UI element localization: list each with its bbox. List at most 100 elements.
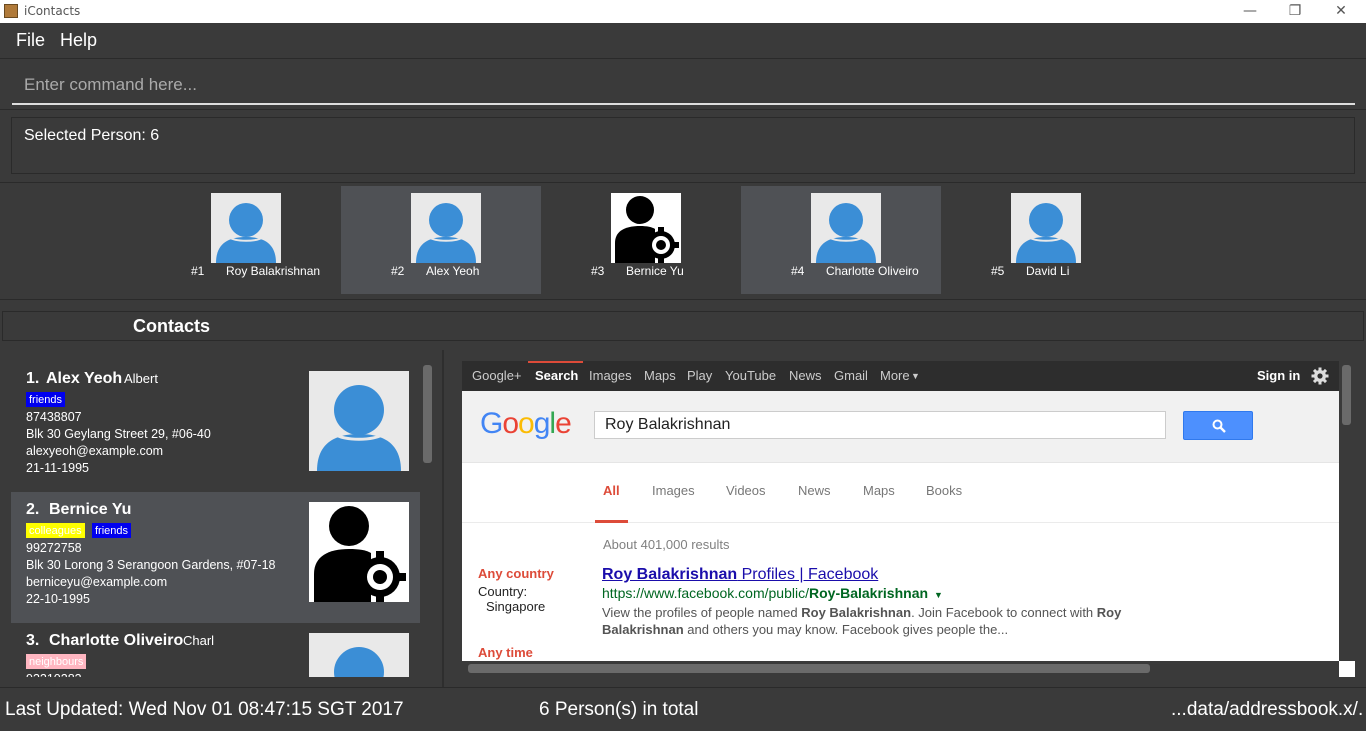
restore-icon[interactable]: ❐ — [1272, 0, 1318, 23]
person-email: berniceyu@example.com — [26, 575, 168, 589]
favourite-name: Roy Balakrishnan — [226, 264, 321, 278]
nav-images[interactable]: Images — [589, 368, 632, 383]
favourite-card[interactable]: #1 Roy Balakrishnan — [141, 186, 341, 294]
command-box — [0, 60, 1366, 110]
person-address: Blk 30 Lorong 3 Serangoon Gardens, #07-1… — [26, 558, 276, 572]
person-card[interactable]: 1. Alex Yeoh Albert friends 87438807 Blk… — [11, 361, 420, 492]
favourite-card[interactable]: #5 David Li — [941, 186, 1141, 294]
nav-more[interactable]: More — [880, 368, 910, 383]
nav-news[interactable]: News — [789, 368, 822, 383]
tag-badge: colleagues — [26, 523, 85, 538]
scroll-corner — [1339, 661, 1355, 677]
minimize-icon[interactable]: — — [1227, 0, 1273, 23]
result-url-bold: Roy-Balakrishnan — [809, 585, 929, 601]
person-name: Alex Yeoh — [46, 370, 123, 387]
favourite-card[interactable]: #3 Bernice Yu — [541, 186, 741, 294]
active-tab-indicator — [528, 361, 583, 363]
menu-help[interactable]: Help — [60, 30, 97, 51]
browser-vscrollbar[interactable] — [1342, 365, 1351, 425]
contacts-title: Contacts — [133, 316, 211, 336]
nav-play[interactable]: Play — [687, 368, 712, 383]
person-list: 1. Alex Yeoh Albert friends 87438807 Blk… — [11, 361, 420, 677]
list-scrollbar[interactable] — [423, 365, 432, 463]
result-title-bold: Roy Balakrishnan — [602, 566, 738, 583]
menu-file[interactable]: File — [16, 30, 45, 51]
result-title-rest: Profiles | Facebook — [737, 566, 879, 583]
contacts-header: Contacts — [2, 311, 1364, 341]
person-card[interactable]: 2. Bernice Yu colleagues friends 9927275… — [11, 492, 420, 623]
avatar-icon — [309, 633, 409, 677]
user-gear-icon — [309, 502, 409, 602]
person-count: 6 Person(s) in total — [539, 699, 699, 720]
nav-gmail[interactable]: Gmail — [834, 368, 868, 383]
caret-down-icon[interactable]: ▼ — [934, 590, 943, 600]
favourite-index: #5 — [991, 264, 1005, 278]
status-bar: Last Updated: Wed Nov 01 08:47:15 SGT 20… — [0, 687, 1366, 731]
result-title-link[interactable]: Roy Balakrishnan Profiles | Facebook — [602, 566, 878, 584]
snippet-text: . Join Facebook to connect with — [911, 605, 1097, 620]
google-search-input[interactable]: Roy Balakrishnan — [594, 411, 1166, 439]
person-number: 3. — [26, 632, 40, 649]
user-gear-icon — [611, 193, 681, 263]
avatar-icon — [309, 371, 409, 471]
favourite-index: #2 — [391, 264, 405, 278]
person-birthday: 22-10-1995 — [26, 592, 90, 606]
favourite-index: #3 — [591, 264, 605, 278]
person-alias: Charl — [183, 633, 215, 648]
google-result-tabs: All Images Videos News Maps Books — [462, 463, 1339, 523]
active-tab-indicator — [595, 520, 628, 523]
browser-hscrollbar[interactable] — [468, 664, 1150, 673]
nav-googleplus[interactable]: Google+ — [472, 368, 522, 383]
avatar-icon — [211, 193, 281, 263]
tab-books[interactable]: Books — [926, 483, 962, 498]
person-name: Bernice Yu — [49, 501, 132, 518]
country-value[interactable]: Singapore — [486, 599, 545, 614]
person-phone: 93210283 — [26, 672, 82, 677]
avatar-icon — [411, 193, 481, 263]
google-top-bar: Google+ Search Images Maps Play YouTube … — [462, 361, 1339, 391]
google-search-button[interactable] — [1183, 411, 1253, 440]
snippet-bold: Roy Balakrishnan — [801, 605, 912, 620]
favourite-card[interactable]: #2 Alex Yeoh — [341, 186, 541, 294]
favourite-card[interactable]: #4 Charlotte Oliveiro — [741, 186, 941, 294]
window-title: iContacts — [24, 4, 81, 18]
tab-videos[interactable]: Videos — [726, 483, 766, 498]
split-divider[interactable] — [442, 350, 444, 687]
tab-news[interactable]: News — [798, 483, 831, 498]
result-url: https://www.facebook.com/public/Roy-Bala… — [602, 585, 943, 601]
tab-all[interactable]: All — [603, 483, 620, 498]
person-phone: 99272758 — [26, 541, 82, 555]
menu-bar: File Help — [0, 23, 1366, 59]
command-input[interactable] — [12, 67, 1355, 105]
avatar-icon — [811, 193, 881, 263]
close-icon[interactable]: ✕ — [1318, 0, 1364, 23]
nav-search[interactable]: Search — [535, 368, 578, 383]
person-email: alexyeoh@example.com — [26, 444, 164, 458]
snippet-text: View the profiles of people named — [602, 605, 802, 620]
result-text: Selected Person: 6 — [24, 127, 160, 144]
result-snippet: View the profiles of people named Roy Ba… — [602, 604, 1142, 638]
gear-icon[interactable] — [1311, 367, 1329, 385]
person-birthday: 21-11-1995 — [26, 461, 90, 475]
person-name: Charlotte Oliveiro — [49, 632, 184, 649]
favourite-index: #4 — [791, 264, 805, 278]
browser-panel: Google+ Search Images Maps Play YouTube … — [462, 361, 1339, 661]
app-icon — [4, 4, 18, 18]
tab-images[interactable]: Images — [652, 483, 695, 498]
tag-badge: friends — [26, 392, 66, 407]
last-updated: Last Updated: Wed Nov 01 08:47:15 SGT 20… — [5, 699, 404, 720]
person-number: 2. — [26, 501, 40, 518]
tag-badge: neighbours — [26, 654, 87, 669]
result-display: Selected Person: 6 — [11, 117, 1355, 174]
nav-maps[interactable]: Maps — [644, 368, 676, 383]
person-card[interactable]: 3. Charlotte Oliveiro Charl neighbours 9… — [11, 623, 420, 677]
person-number: 1. — [26, 370, 40, 387]
filter-any-country[interactable]: Any country — [478, 566, 554, 581]
filter-any-time[interactable]: Any time — [478, 645, 533, 660]
nav-youtube[interactable]: YouTube — [725, 368, 776, 383]
sign-in-link[interactable]: Sign in — [1257, 368, 1300, 383]
tab-maps[interactable]: Maps — [863, 483, 895, 498]
results-count: About 401,000 results — [603, 537, 730, 552]
google-search-header: Google Roy Balakrishnan — [462, 391, 1339, 463]
favourite-name: Bernice Yu — [626, 264, 684, 278]
